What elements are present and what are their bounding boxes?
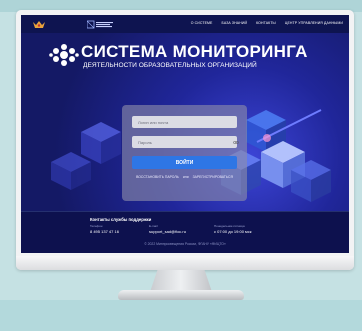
nav-item-contacts[interactable]: КОНТАКТЫ (256, 21, 276, 25)
email-value[interactable]: support_sad@fioc.ru (149, 229, 186, 234)
nav-item-knowledge-base[interactable]: БАЗА ЗНАНИЙ (222, 21, 248, 25)
phone-value[interactable]: 8 495 137 47 16 (90, 229, 119, 234)
restore-password-link[interactable]: ВОССТАНОВИТЬ ПАРОЛЬ (136, 175, 179, 179)
background-bottom-band (0, 300, 362, 331)
copyright: © 2022 Минпросвещения России, ФГАНУ «ФИЦ… (144, 242, 226, 246)
support-phone: Телефон 8 495 137 47 16 (90, 224, 119, 234)
password-input[interactable] (132, 136, 237, 148)
monitor-chin (16, 256, 354, 270)
support-hours: Понедельник-пятница с 07:00 до 19:00 мск (214, 224, 252, 234)
ministry-emblem-icon (33, 21, 45, 28)
or-text: или (182, 175, 189, 179)
phone-label: Телефон (90, 224, 103, 228)
support-title: Контакты службы поддержки (90, 217, 152, 222)
monitor-stand-neck (150, 270, 212, 292)
login-input[interactable] (132, 116, 237, 128)
nav-item-about[interactable]: О СИСТЕМЕ (191, 21, 213, 25)
support-email: E-mail support_sad@fioc.ru (149, 224, 186, 234)
page-subtitle: ДЕЯТЕЛЬНОСТИ ОБРАЗОВАТЕЛЬНЫХ ОРГАНИЗАЦИЙ (83, 62, 257, 69)
email-label: E-mail (149, 224, 158, 228)
hero-title: СИСТЕМА МОНИТОРИНГА ДЕЯТЕЛЬНОСТИ ОБРАЗОВ… (49, 42, 339, 78)
hours-value: с 07:00 до 19:00 мск (214, 229, 252, 234)
auth-links: ВОССТАНОВИТЬ ПАРОЛЬ или ЗАРЕГИСТРИРОВАТЬ… (131, 175, 238, 179)
register-link[interactable]: ЗАРЕГИСТРИРОВАТЬСЯ (193, 175, 233, 179)
monitor-frame: О СИСТЕМЕ БАЗА ЗНАНИЙ КОНТАКТЫ ЦЕНТР УПР… (16, 10, 354, 270)
login-button[interactable]: ВОЙТИ (132, 156, 237, 169)
eye-icon[interactable] (233, 141, 239, 144)
organization-logo-icon (87, 20, 113, 29)
site-footer: Контакты службы поддержки Телефон 8 495 … (21, 211, 349, 253)
system-logo-icon (49, 44, 79, 66)
nav-item-data-center[interactable]: ЦЕНТР УПРАВЛЕНИЯ ДАННЫМИ (285, 21, 343, 25)
hours-label: Понедельник-пятница (214, 224, 245, 228)
main-nav: О СИСТЕМЕ БАЗА ЗНАНИЙ КОНТАКТЫ ЦЕНТР УПР… (191, 21, 343, 25)
monitor-screen: О СИСТЕМЕ БАЗА ЗНАНИЙ КОНТАКТЫ ЦЕНТР УПР… (21, 15, 349, 253)
site-header: О СИСТЕМЕ БАЗА ЗНАНИЙ КОНТАКТЫ ЦЕНТР УПР… (21, 15, 349, 34)
login-form: ВОЙТИ ВОССТАНОВИТЬ ПАРОЛЬ или ЗАРЕГИСТРИ… (122, 105, 247, 201)
monitor-stand-base (118, 290, 244, 300)
page-title: СИСТЕМА МОНИТОРИНГА (81, 42, 308, 61)
